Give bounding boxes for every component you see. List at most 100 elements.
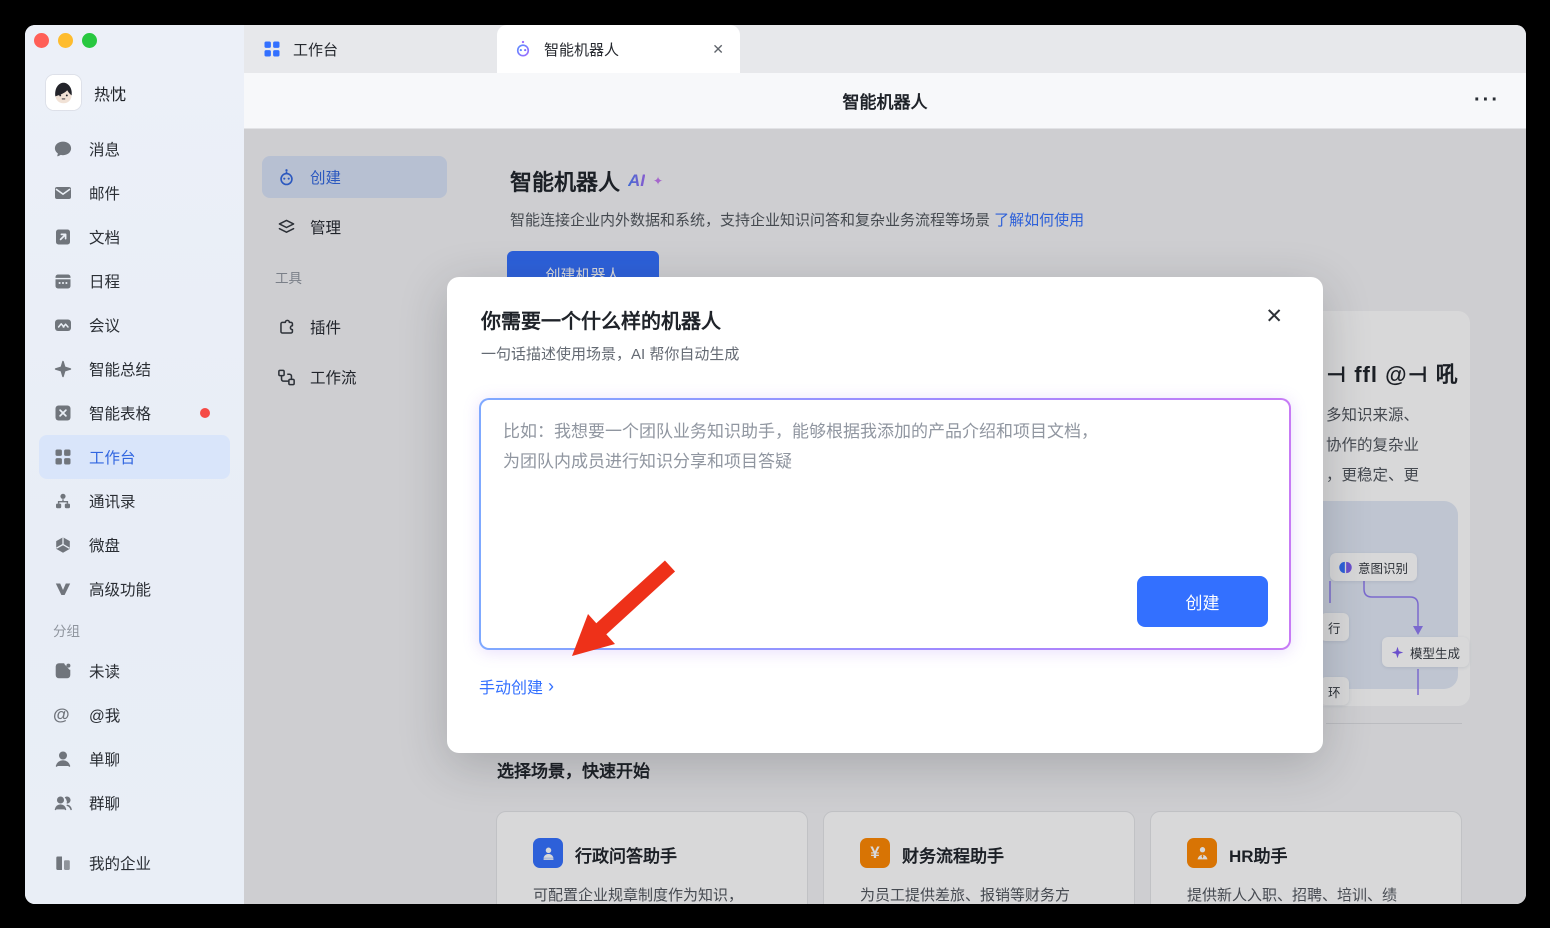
sidebar-item-unread[interactable]: 未读 bbox=[25, 649, 234, 693]
sidebar-item-my-enterprise[interactable]: 我的企业 bbox=[25, 841, 234, 885]
user-profile[interactable]: 热忱 bbox=[46, 75, 126, 110]
scene-card-title: HR助手 bbox=[1229, 842, 1288, 867]
sparkle-icon bbox=[53, 359, 73, 379]
scene-card-title: 行政问答助手 bbox=[575, 842, 677, 867]
clipped-card-text: 协作的复杂业 bbox=[1326, 433, 1419, 455]
sidebar-group-label: 分组 bbox=[25, 611, 244, 649]
sidebar-item-label: @我 bbox=[89, 704, 120, 726]
window-controls bbox=[34, 33, 97, 48]
zoom-window-button[interactable] bbox=[82, 33, 97, 48]
avatar bbox=[46, 75, 81, 110]
tag-intent-recognition: 意图识别 bbox=[1330, 553, 1417, 581]
tag-label: 环 bbox=[1328, 682, 1341, 701]
sidebar-item-ai-summary[interactable]: 智能总结 bbox=[25, 347, 234, 391]
at-icon: @ bbox=[53, 705, 73, 725]
flow-connector-lines bbox=[1323, 573, 1473, 699]
manual-create-label: 手动创建 bbox=[479, 674, 543, 698]
close-icon[interactable]: ✕ bbox=[1265, 305, 1283, 329]
meeting-icon bbox=[53, 315, 73, 335]
close-window-button[interactable] bbox=[34, 33, 49, 48]
intent-icon bbox=[1339, 561, 1352, 574]
tab-ai-bot[interactable]: 智能机器人 ✕ bbox=[497, 25, 740, 73]
tag-clipped-2: 环 bbox=[1320, 677, 1349, 705]
sidebar-item-meetings[interactable]: 会议 bbox=[25, 303, 234, 347]
tab-workspace[interactable]: 工作台 bbox=[246, 25, 498, 73]
sidebar-item-drive[interactable]: 微盘 bbox=[25, 523, 234, 567]
tab-label: 工作台 bbox=[293, 39, 338, 60]
modal-create-button[interactable]: 创建 bbox=[1137, 576, 1268, 627]
scene-card-hr[interactable]: HR助手 提供新人入职、招聘、培训、绩 bbox=[1150, 811, 1462, 904]
close-tab-icon[interactable]: ✕ bbox=[712, 41, 724, 58]
admin-person-icon bbox=[533, 838, 563, 868]
minimize-window-button[interactable] bbox=[58, 33, 73, 48]
sidebar-item-label: 消息 bbox=[89, 138, 120, 160]
notification-dot bbox=[200, 408, 210, 418]
modal-title: 你需要一个什么样的机器人 bbox=[481, 305, 721, 334]
tag-label: 行 bbox=[1328, 618, 1341, 637]
scenes-heading: 选择场景，快速开始 bbox=[497, 757, 650, 782]
sidebar-item-label: 高级功能 bbox=[89, 578, 151, 600]
manual-create-link[interactable]: 手动创建 › bbox=[479, 674, 554, 698]
tab-bar: 工作台 智能机器人 ✕ bbox=[244, 25, 1526, 73]
subnav-item-create[interactable]: 创建 bbox=[262, 156, 447, 198]
sidebar-item-mentions[interactable]: @ @我 bbox=[25, 693, 234, 737]
chat-bubble-icon bbox=[53, 139, 73, 159]
hr-person-icon bbox=[1187, 838, 1217, 868]
sidebar-item-advanced[interactable]: 高级功能 bbox=[25, 567, 234, 611]
people-icon bbox=[53, 793, 73, 813]
robot-icon bbox=[276, 167, 297, 188]
document-icon bbox=[53, 227, 73, 247]
sidebar-item-label: 单聊 bbox=[89, 748, 120, 770]
sidebar-item-label: 未读 bbox=[89, 660, 120, 682]
sidebar-item-label: 工作台 bbox=[89, 446, 136, 468]
sidebar-item-label: 微盘 bbox=[89, 534, 120, 556]
ai-star-icon: ✦ bbox=[653, 174, 663, 188]
sidebar-item-workspace[interactable]: 工作台 bbox=[39, 435, 230, 479]
subnav-label: 插件 bbox=[310, 316, 341, 338]
clipped-card-text: ，更稳定、更 bbox=[1326, 463, 1419, 485]
subnav-item-workflow[interactable]: 工作流 bbox=[262, 356, 447, 398]
more-options-icon[interactable]: ··· bbox=[1474, 73, 1500, 128]
sidebar-item-mail[interactable]: 邮件 bbox=[25, 171, 234, 215]
sidebar-item-label: 群聊 bbox=[89, 792, 120, 814]
learn-how-link[interactable]: 了解如何使用 bbox=[994, 212, 1084, 229]
sidebar-item-group-chats[interactable]: 群聊 bbox=[25, 781, 234, 825]
sidebar-item-docs[interactable]: 文档 bbox=[25, 215, 234, 259]
sidebar-item-label: 邮件 bbox=[89, 182, 120, 204]
scene-card-title: 财务流程助手 bbox=[902, 842, 1004, 867]
cube-icon bbox=[53, 535, 73, 555]
sidebar-item-smart-sheet[interactable]: 智能表格 bbox=[25, 391, 234, 435]
yuan-sign-icon: ¥ bbox=[860, 838, 890, 868]
subnav-item-manage[interactable]: 管理 bbox=[262, 206, 447, 248]
sidebar-item-contacts[interactable]: 通讯录 bbox=[25, 479, 234, 523]
sidebar-item-label: 日程 bbox=[89, 270, 120, 292]
page-title: 智能机器人 bbox=[244, 73, 1526, 128]
sidebar-item-messages[interactable]: 消息 bbox=[25, 127, 234, 171]
sidebar-nav: 消息 邮件 文档 日程 会议 智能总结 bbox=[25, 127, 244, 885]
grid-icon bbox=[262, 39, 282, 59]
sidebar-item-label: 我的企业 bbox=[89, 852, 151, 874]
main-sidebar: 热忱 消息 邮件 文档 日程 会议 bbox=[25, 25, 244, 904]
sidebar-item-direct-chats[interactable]: 单聊 bbox=[25, 737, 234, 781]
sidebar-item-calendar[interactable]: 日程 bbox=[25, 259, 234, 303]
subnav-label: 工作流 bbox=[310, 366, 357, 388]
scene-card-desc: 提供新人入职、招聘、培训、绩 bbox=[1187, 884, 1397, 904]
scene-card-finance[interactable]: ¥ 财务流程助手 为员工提供差旅、报销等财务方 bbox=[823, 811, 1135, 904]
clipped-card-title: ⊣ ffl @⊣ 吼 bbox=[1326, 357, 1459, 389]
subnav-item-plugin[interactable]: 插件 bbox=[262, 306, 447, 348]
table-icon bbox=[53, 403, 73, 423]
create-bot-modal: 你需要一个什么样的机器人 ✕ 一句话描述使用场景，AI 帮你自动生成 创建 手动… bbox=[447, 277, 1323, 753]
divider bbox=[1326, 723, 1462, 724]
sidebar-item-label: 智能表格 bbox=[89, 402, 151, 424]
scene-card-desc: 为员工提供差旅、报销等财务方 bbox=[860, 884, 1070, 904]
scene-card-admin-qa[interactable]: 行政问答助手 可配置企业规章制度作为知识， bbox=[496, 811, 808, 904]
envelope-icon bbox=[53, 183, 73, 203]
calendar-icon bbox=[53, 271, 73, 291]
ai-badge: AI bbox=[628, 171, 645, 191]
unread-badge-icon bbox=[53, 661, 73, 681]
chevron-right-icon: › bbox=[548, 678, 554, 694]
robot-icon bbox=[513, 39, 533, 59]
v-logo-icon bbox=[53, 579, 73, 599]
tag-clipped-1: 行 bbox=[1320, 613, 1349, 641]
sidebar-item-label: 通讯录 bbox=[89, 490, 136, 512]
